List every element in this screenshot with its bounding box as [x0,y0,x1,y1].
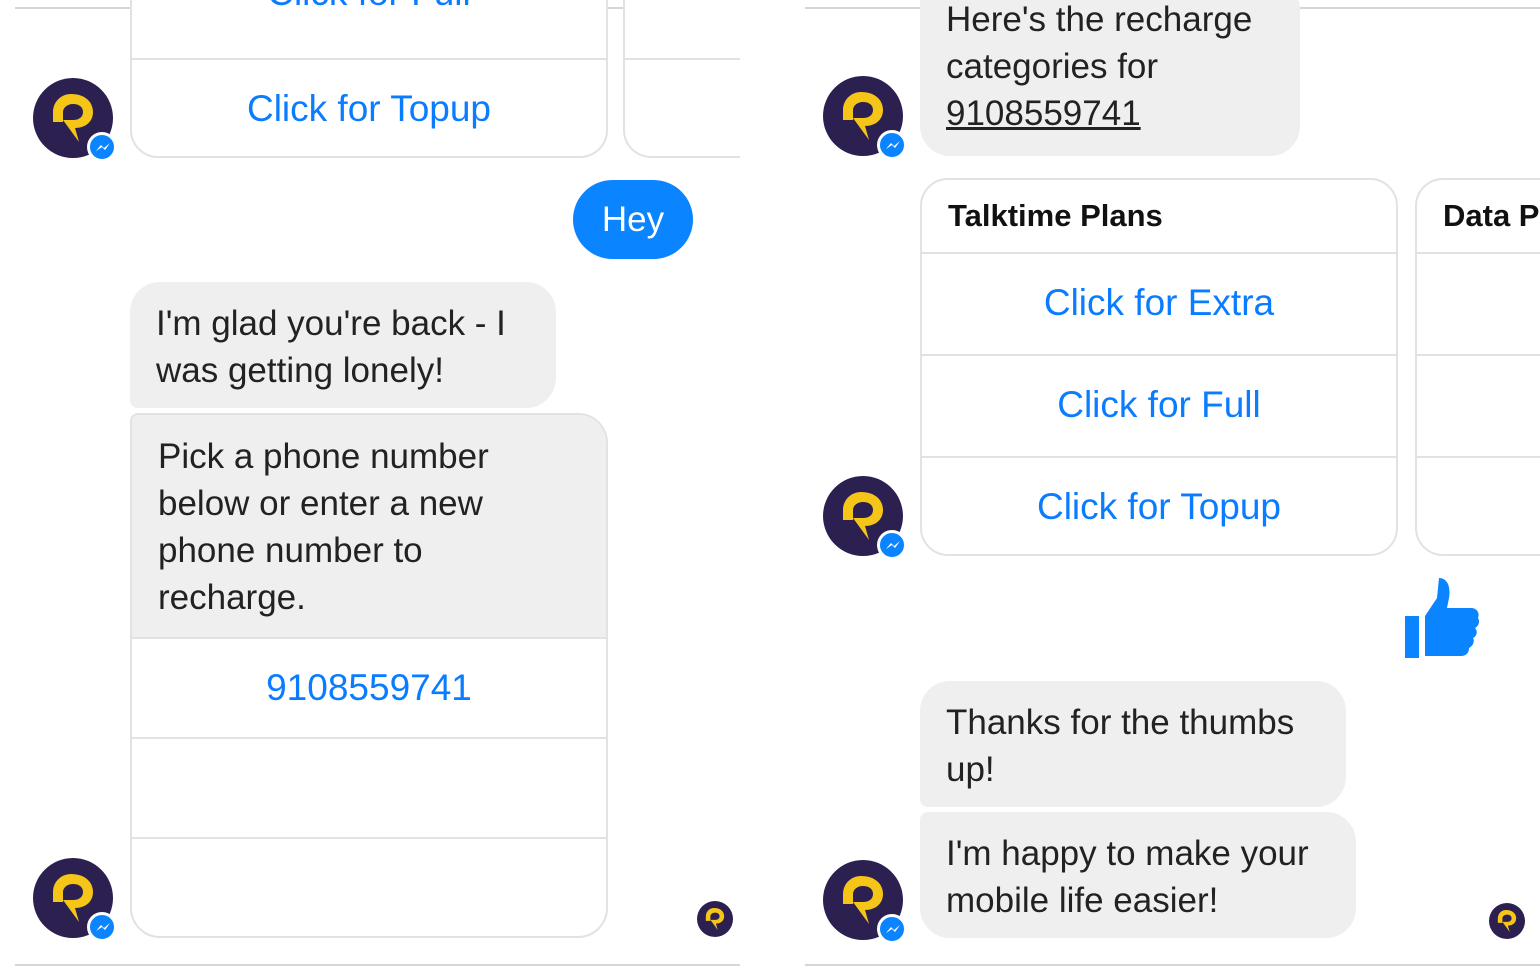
bot-avatar-icon[interactable] [33,78,117,162]
bot-avatar-icon[interactable] [823,76,907,160]
sent-message-bubble: Hey [573,180,693,259]
messenger-badge-icon [877,530,907,560]
bot-avatar-icon[interactable] [823,860,907,944]
messenger-badge-icon [87,132,117,162]
panel-gap [740,0,805,976]
bot-avatar-icon[interactable] [823,476,907,560]
intro-text: Here's the recharge categories for [946,0,1253,86]
bot-avatar-icon[interactable] [33,858,117,942]
bot-happy-bubble: I'm happy to make your mobile life easie… [920,812,1356,938]
previous-plan-card: Click for Full Click for Topup [130,0,608,158]
bot-greeting-bubble: I'm glad you're back - I was getting lon… [130,282,556,408]
card-button-empty-1[interactable] [1417,252,1540,352]
talktime-plans-card: Talktime Plans Click for Extra Click for… [920,178,1398,556]
read-receipt-avatar-icon [697,901,733,937]
card-title: Data P [1443,198,1540,233]
card-button-full[interactable]: Click for Full [922,354,1396,454]
bottom-divider [805,964,1540,966]
left-chat-screenshot: Click for Full Click for Topup Hey I'm g… [0,0,740,976]
card-button-full-partial[interactable]: Click for Full [132,0,606,60]
recharge-intro-bubble: Here's the recharge categories for 91085… [920,0,1300,156]
intro-phone-number[interactable]: 9108559741 [946,94,1141,133]
bottom-divider [15,964,740,966]
phone-option-button[interactable]: 9108559741 [132,637,606,737]
card-button-topup[interactable]: Click for Topup [132,58,606,156]
card-button-empty-2[interactable] [1417,354,1540,454]
messenger-badge-icon [877,914,907,944]
data-plans-card-partial: Data P [1415,178,1540,556]
card-button-topup[interactable]: Click for Topup [922,456,1396,554]
empty-option-button-2[interactable] [132,837,606,936]
messenger-badge-icon [87,912,117,942]
empty-option-button-1[interactable] [132,737,606,837]
card-button-empty-3[interactable] [1417,456,1540,554]
thumbs-up-icon [1405,578,1479,658]
card-button-extra[interactable]: Click for Extra [922,252,1396,352]
phone-picker-prompt: Pick a phone number below or enter a new… [132,415,606,637]
card-button-empty[interactable] [625,58,740,156]
card-title: Talktime Plans [948,198,1163,233]
phone-picker-card: Pick a phone number below or enter a new… [130,413,608,938]
messenger-badge-icon [877,130,907,160]
read-receipt-avatar-icon [1489,903,1525,939]
next-plan-card-partial [623,0,740,158]
right-chat-screenshot: Here's the recharge categories for 91085… [805,0,1540,976]
bot-thanks-bubble: Thanks for the thumbs up! [920,681,1346,807]
